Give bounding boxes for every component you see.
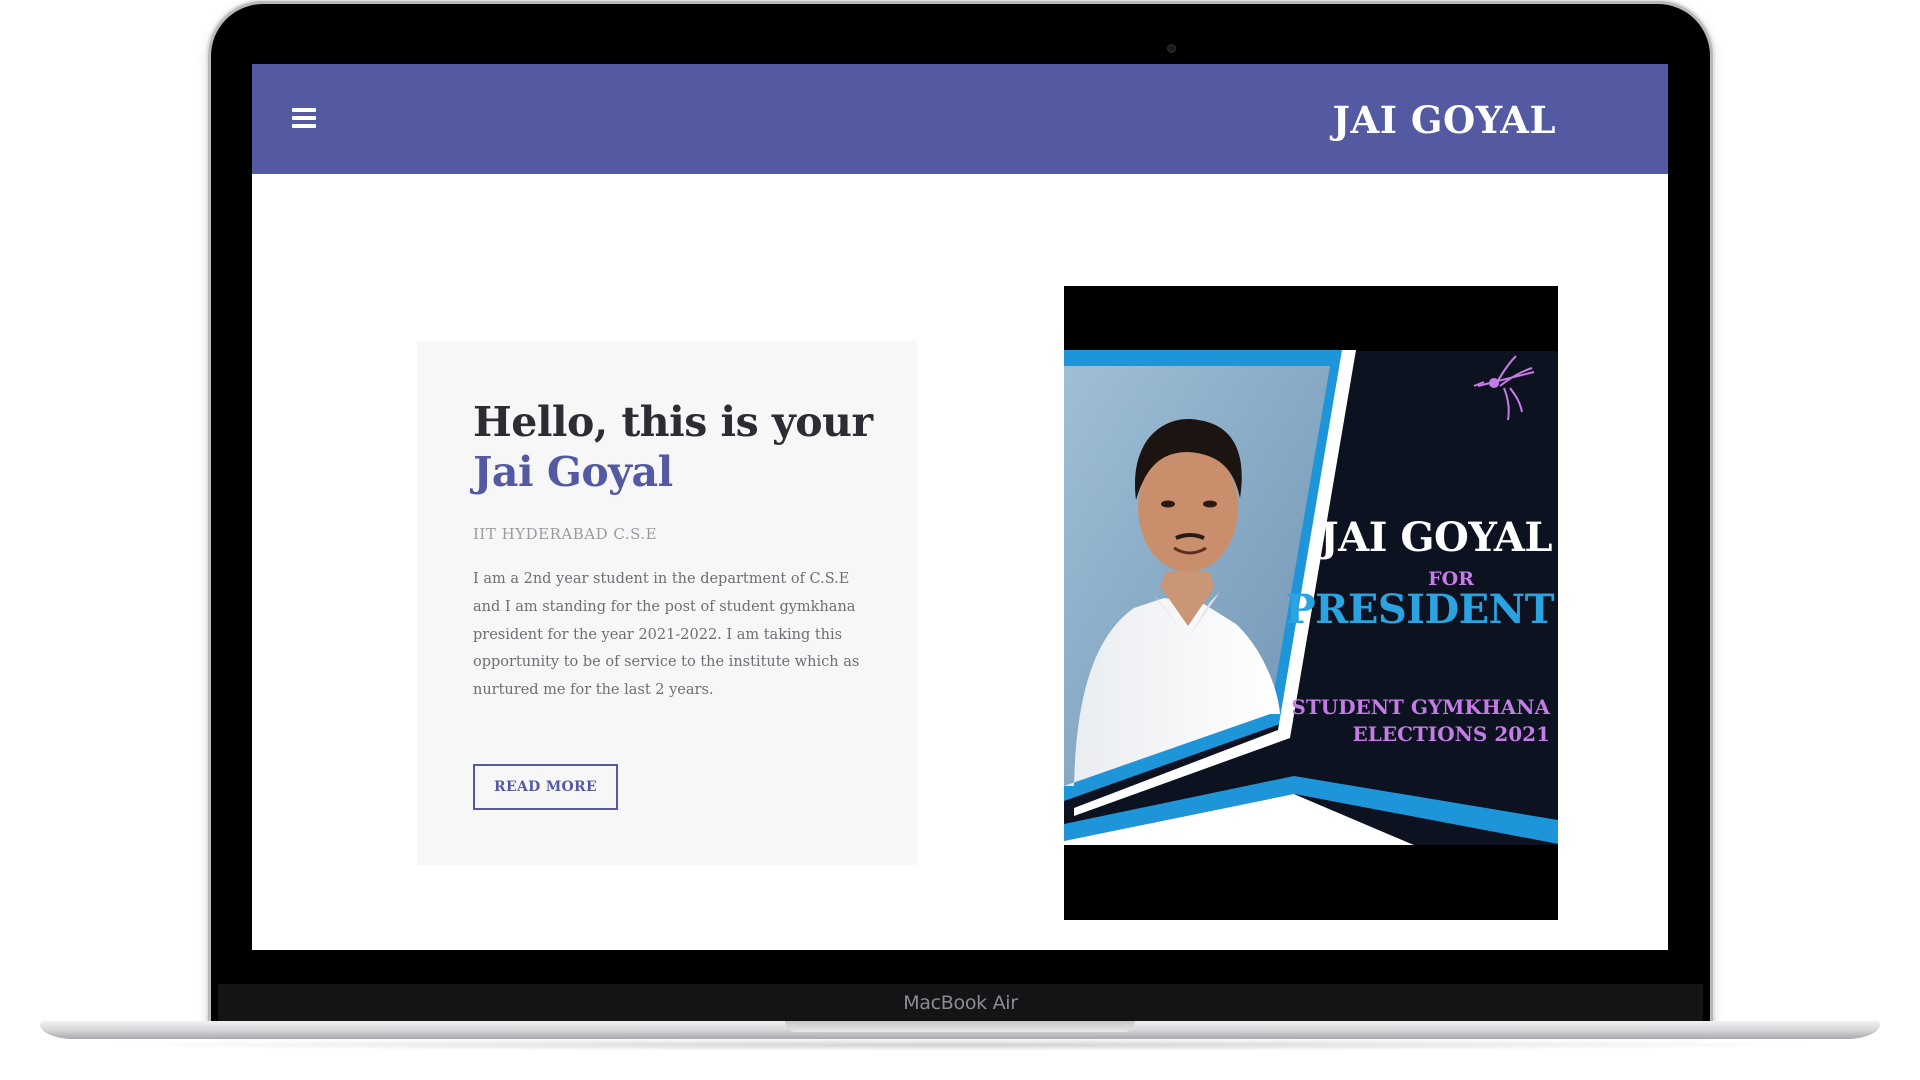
device-label: MacBook Air	[903, 992, 1018, 1014]
poster-role: PRESIDENT	[1285, 586, 1555, 633]
intro-card: Hello, this is your Jai Goyal IIT HYDERA…	[417, 341, 917, 865]
laptop-hinge-notch	[785, 1021, 1135, 1032]
poster-name: JAI GOYAL	[1319, 514, 1553, 561]
campaign-poster: JAI GOYAL FOR PRESIDENT STUDENT GYMKHANA…	[1064, 286, 1558, 920]
heading-greeting: Hello, this is your	[473, 398, 873, 446]
poster-event: STUDENT GYMKHANA ELECTIONS 2021	[1291, 694, 1550, 748]
laptop-shadow	[90, 1039, 1830, 1051]
site-title[interactable]: JAI GOYAL	[1332, 98, 1556, 142]
hamburger-menu-icon[interactable]	[292, 108, 318, 130]
heading-name: Jai Goyal	[473, 448, 673, 496]
camera	[1167, 44, 1176, 53]
subtitle: IIT HYDERABAD C.S.E	[473, 525, 658, 543]
poster-event-line2: ELECTIONS 2021	[1352, 722, 1550, 746]
poster-event-line1: STUDENT GYMKHANA	[1291, 695, 1550, 719]
hero-heading: Hello, this is your Jai Goyal	[473, 397, 893, 497]
intro-description: I am a 2nd year student in the departmen…	[473, 571, 860, 699]
read-more-button[interactable]: READ MORE	[473, 764, 618, 810]
navbar: JAI GOYAL	[252, 64, 1668, 174]
browser-viewport: JAI GOYAL Hello, this is your Jai Goyal …	[252, 64, 1668, 950]
laptop-bottom-bezel: MacBook Air	[218, 984, 1703, 1026]
